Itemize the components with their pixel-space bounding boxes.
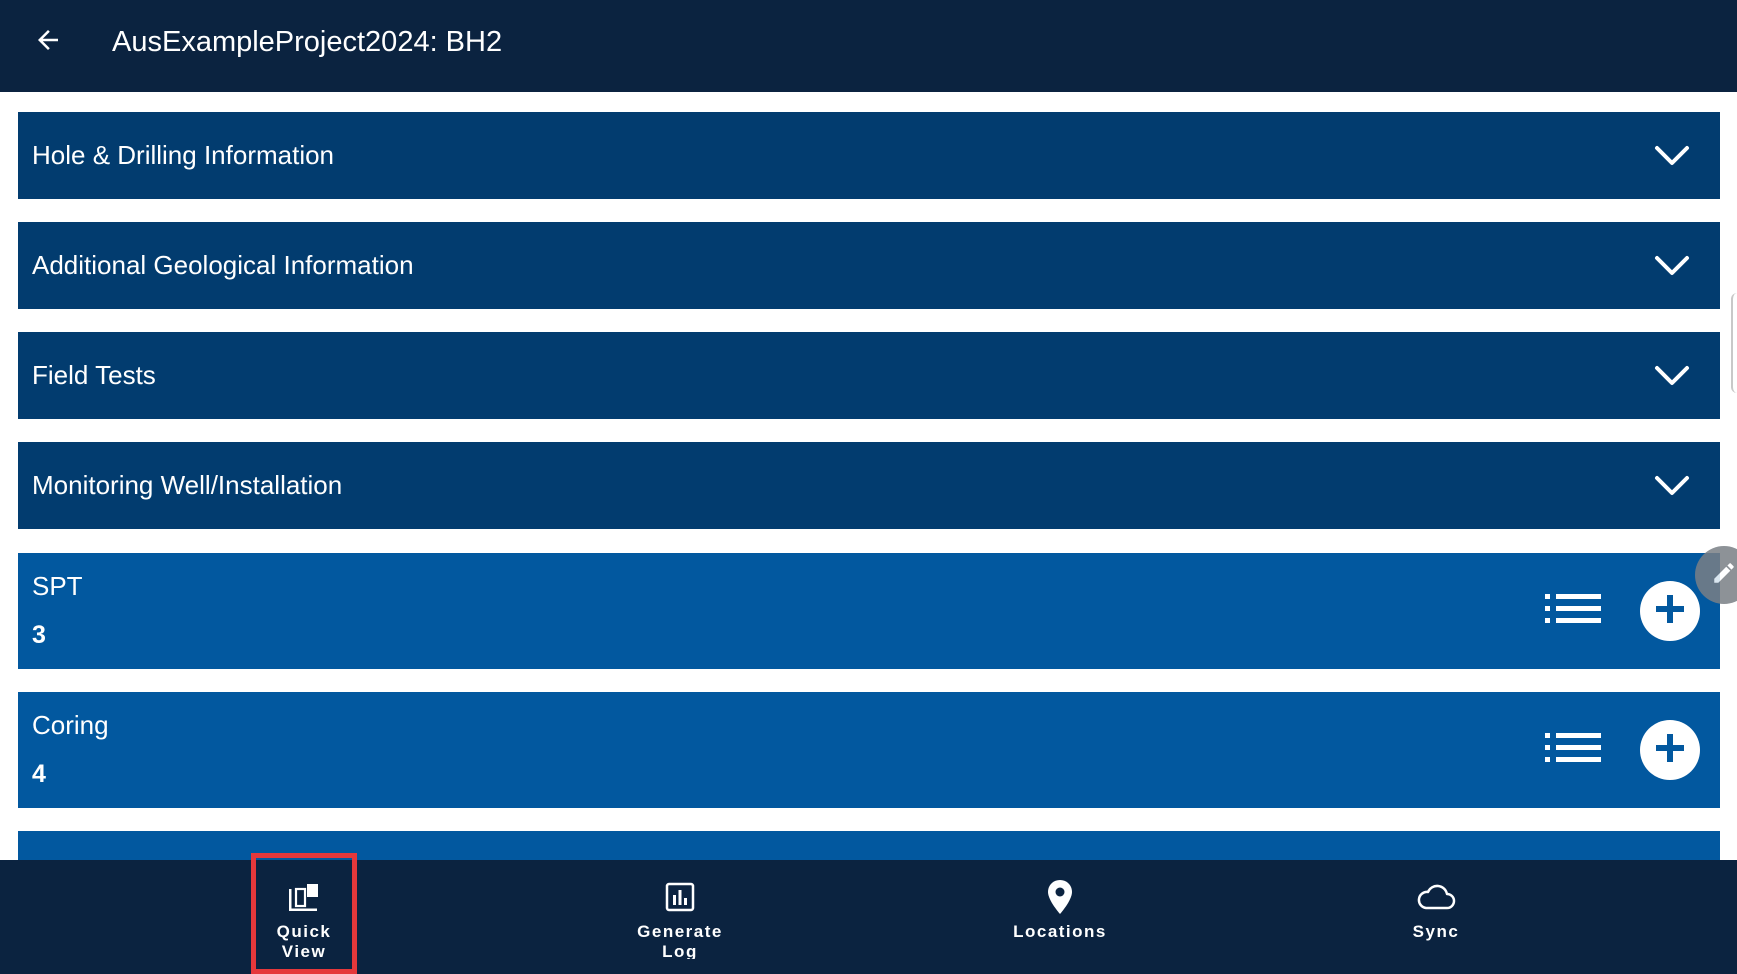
plus-icon [1654, 593, 1686, 630]
card-title: SPT [32, 571, 83, 601]
nav-label: Quick View [276, 922, 332, 961]
section-hole-drilling-information[interactable]: Hole & Drilling Information [18, 112, 1720, 199]
quick-view-icon [287, 878, 321, 916]
page-title: AusExampleProject2024: BH2 [112, 26, 503, 58]
back-button[interactable] [28, 22, 68, 62]
chevron-down-icon[interactable] [1654, 359, 1690, 393]
card-title: Coring [32, 710, 109, 740]
chevron-down-icon[interactable] [1654, 249, 1690, 283]
card-spt[interactable]: SPT 3 [18, 553, 1720, 669]
nav-quick-view[interactable]: Quick View [251, 860, 357, 974]
chevron-down-icon[interactable] [1654, 469, 1690, 503]
arrow-left-icon [33, 25, 63, 60]
section-label: Field Tests [32, 360, 156, 390]
card-count: 4 [32, 760, 46, 788]
nav-label: Sync [1412, 922, 1460, 941]
cloud-icon [1416, 878, 1456, 916]
scrollbar[interactable] [1731, 293, 1737, 393]
nav-locations[interactable]: Locations [1000, 860, 1120, 974]
plus-icon [1654, 732, 1686, 769]
bottom-navigation: Quick View Generate Log Locations Sync [0, 860, 1737, 974]
section-label: Monitoring Well/Installation [32, 470, 343, 500]
add-spt-button[interactable] [1640, 581, 1700, 641]
card-count: 3 [32, 621, 46, 649]
section-label: Hole & Drilling Information [32, 140, 335, 170]
list-icon [1545, 593, 1601, 630]
list-button[interactable] [1544, 591, 1602, 631]
add-coring-button[interactable] [1640, 720, 1700, 780]
chevron-down-icon[interactable] [1654, 139, 1690, 173]
bar-chart-icon [664, 878, 696, 916]
nav-label: Locations [1013, 922, 1107, 941]
card-partial [18, 831, 1720, 860]
section-label: Additional Geological Information [32, 250, 414, 280]
list-button[interactable] [1544, 730, 1602, 770]
section-additional-geological-information[interactable]: Additional Geological Information [18, 222, 1720, 309]
nav-generate-log[interactable]: Generate Log [620, 860, 740, 974]
nav-sync[interactable]: Sync [1376, 860, 1496, 974]
section-monitoring-well-installation[interactable]: Monitoring Well/Installation [18, 442, 1720, 529]
list-icon [1545, 732, 1601, 769]
pencil-icon [1711, 560, 1737, 591]
section-field-tests[interactable]: Field Tests [18, 332, 1720, 419]
map-pin-icon [1046, 878, 1074, 916]
top-app-bar: AusExampleProject2024: BH2 [0, 0, 1737, 92]
card-coring[interactable]: Coring 4 [18, 692, 1720, 808]
nav-label: Generate Log [637, 922, 723, 959]
main-content: Hole & Drilling Information Additional G… [0, 92, 1737, 860]
